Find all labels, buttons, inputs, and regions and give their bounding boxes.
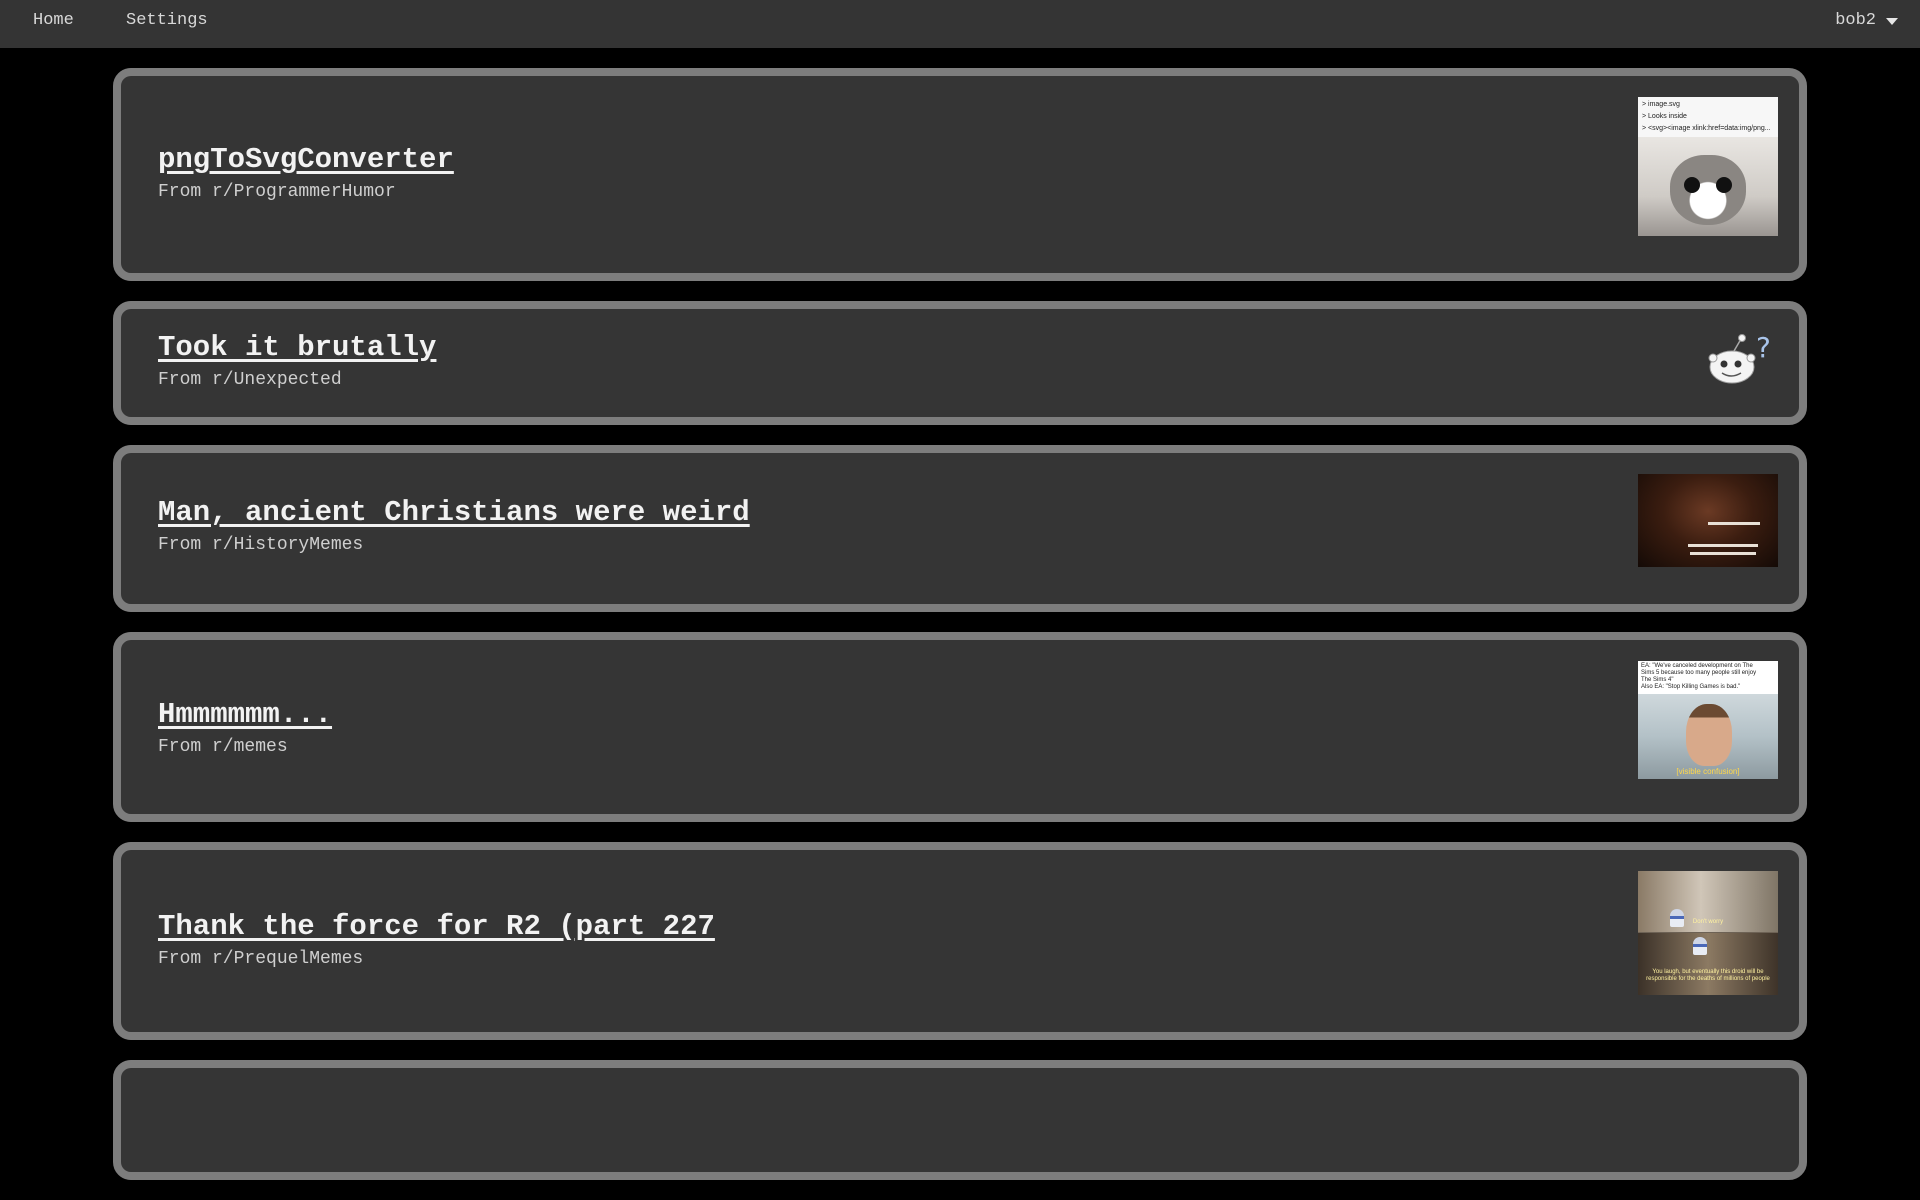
caption-line: Sims 5 because too many people still enj… <box>1641 670 1757 676</box>
svg-text:?: ? <box>1756 331 1771 364</box>
post-title-link[interactable]: Hmmmmmm... <box>158 698 332 731</box>
thumbnail-caption: > image.svg > Looks inside > <svg><image… <box>1638 97 1778 137</box>
post-source-label: From r/HistoryMemes <box>158 535 364 555</box>
cat-photo <box>1638 137 1778 236</box>
post-title-link[interactable]: pngToSvgConverter <box>158 143 454 176</box>
post-title-link[interactable]: Man, ancient Christians were weird <box>158 496 750 529</box>
post-title-link[interactable]: Took it brutally <box>158 331 436 364</box>
caption-line: > Looks inside <box>1642 113 1687 120</box>
post-text: Hmmmmmm... From r/memes <box>158 698 332 757</box>
obi-wan-photo: [visible confusion] <box>1638 694 1778 779</box>
snoo-svg: ? <box>1708 331 1771 384</box>
r2d2-figure <box>1693 937 1707 955</box>
reddit-alien-icon[interactable]: ? <box>1708 331 1778 387</box>
home-link[interactable]: Home <box>33 11 74 30</box>
thumbnail-caption-top: Don't worry <box>1692 919 1724 925</box>
thumbnail-text-mark <box>1688 544 1758 547</box>
post-title-link[interactable]: Thank the force for R2 (part 227 <box>158 910 715 943</box>
post-text: Took it brutally From r/Unexpected <box>158 331 436 390</box>
post-card: Took it brutally From r/Unexpected ? <box>113 301 1807 425</box>
thumbnail-caption: EA: "We've canceled development on The S… <box>1638 661 1778 694</box>
caption-line: Also EA: "Stop Killing Games is bad." <box>1641 684 1741 690</box>
post-card: Thank the force for R2 (part 227 From r/… <box>113 842 1807 1040</box>
post-thumbnail[interactable]: > image.svg > Looks inside > <svg><image… <box>1638 97 1778 236</box>
settings-link[interactable]: Settings <box>126 11 208 30</box>
caption-line: EA: "We've canceled development on The <box>1641 663 1753 669</box>
thumbnail-subtitle: [visible confusion] <box>1676 767 1740 776</box>
post-thumbnail[interactable]: Don't worry You laugh, but eventually th… <box>1638 871 1778 995</box>
post-card: Hmmmmmm... From r/memes EA: "We've cance… <box>113 632 1807 822</box>
post-card: pngToSvgConverter From r/ProgrammerHumor… <box>113 68 1807 281</box>
post-card: Man, ancient Christians were weird From … <box>113 445 1807 612</box>
caption-line: The Sims 4" <box>1641 677 1674 683</box>
thumbnail-text-mark <box>1690 552 1756 555</box>
username-label: bob2 <box>1835 11 1876 30</box>
thumbnail-text-mark <box>1708 522 1760 525</box>
post-text: Thank the force for R2 (part 227 From r/… <box>158 910 715 969</box>
post-source-label: From r/PrequelMemes <box>158 949 364 969</box>
caption-line: > <svg><image xlink:href=data:img/png... <box>1642 125 1771 132</box>
cat-face <box>1670 155 1746 225</box>
user-menu-dropdown[interactable]: bob2 <box>1835 11 1898 30</box>
thumbnail-caption-bottom: You laugh, but eventually this droid wil… <box>1646 969 1770 982</box>
face <box>1686 704 1732 766</box>
post-thumbnail[interactable] <box>1638 474 1778 567</box>
post-feed: pngToSvgConverter From r/ProgrammerHumor… <box>113 68 1807 1200</box>
cat-eye <box>1684 177 1700 193</box>
post-source-label: From r/memes <box>158 737 288 757</box>
post-thumbnail[interactable]: EA: "We've canceled development on The S… <box>1638 661 1778 779</box>
post-source-label: From r/ProgrammerHumor <box>158 182 396 202</box>
post-text: Man, ancient Christians were weird From … <box>158 496 750 555</box>
thumbnail-panel-top: Don't worry <box>1638 871 1778 932</box>
post-card-partial <box>113 1060 1807 1180</box>
thumbnail-panel-bottom: You laugh, but eventually this droid wil… <box>1638 933 1778 995</box>
chevron-down-icon <box>1886 18 1898 25</box>
post-text: pngToSvgConverter From r/ProgrammerHumor <box>158 143 454 202</box>
post-source-label: From r/Unexpected <box>158 370 342 390</box>
cat-eye <box>1716 177 1732 193</box>
caption-line: > image.svg <box>1642 101 1680 108</box>
top-navigation-bar: Home Settings bob2 <box>0 0 1920 48</box>
